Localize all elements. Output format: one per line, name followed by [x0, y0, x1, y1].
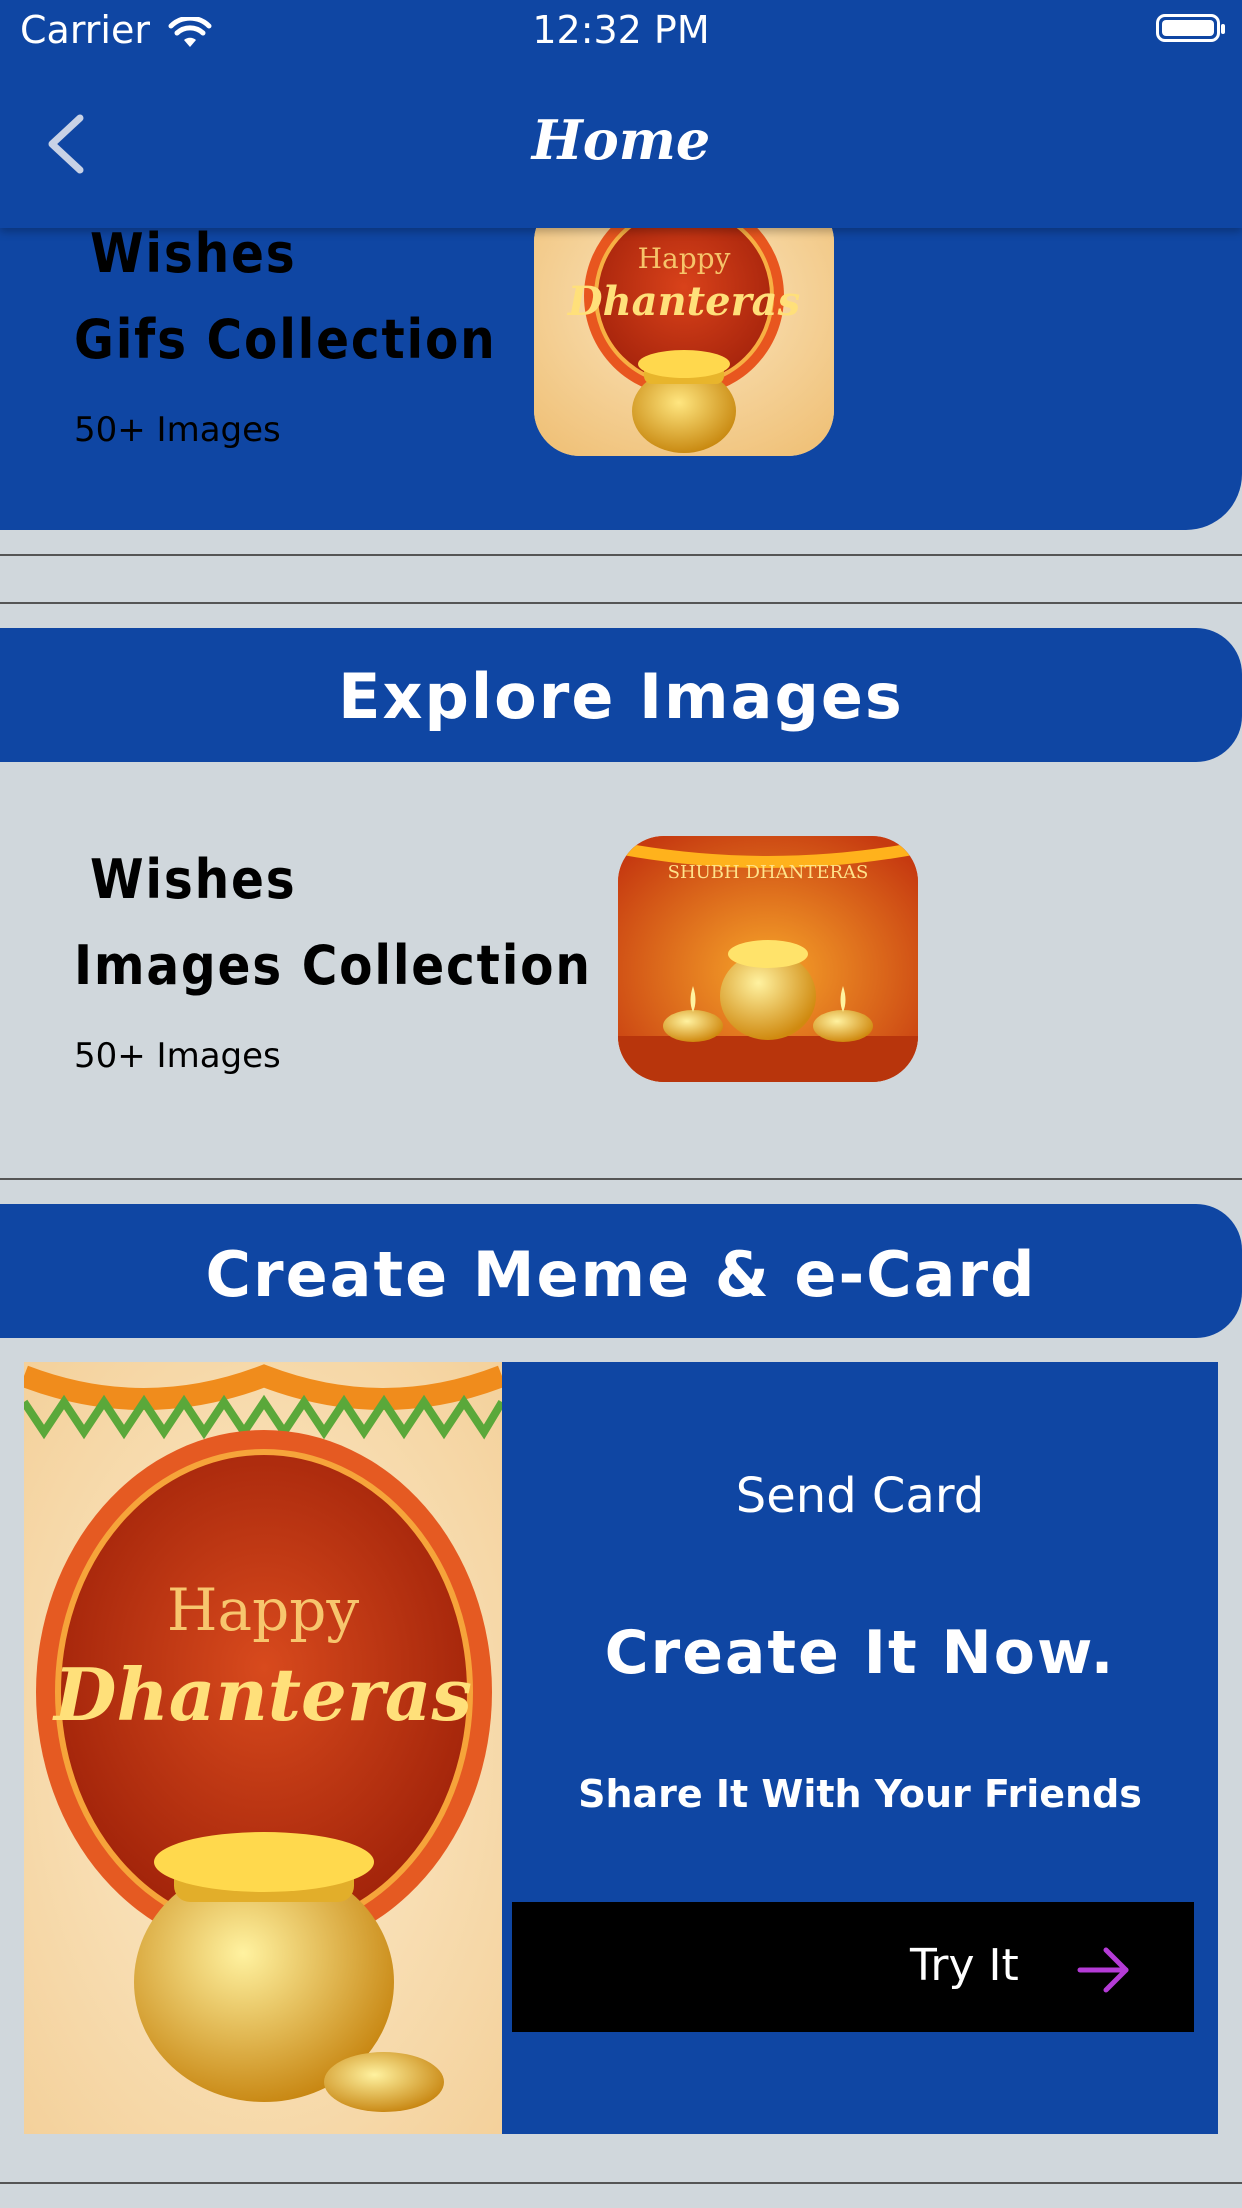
gifs-title-line1: Wishes	[90, 222, 297, 285]
navigation-bar: Carrier 12:32 PM Home	[0, 0, 1242, 228]
ecard-happy-text: Happy	[166, 1576, 360, 1644]
happy-dhanteras-card-art	[24, 1362, 502, 2134]
images-count: 50+ Images	[74, 1036, 281, 1076]
page-title: Home	[531, 108, 711, 172]
battery-icon	[1156, 14, 1225, 42]
create-now-label: Create It Now.	[604, 1618, 1116, 1688]
ecard-image[interactable]: Happy Dhanteras	[24, 1362, 502, 2134]
gifs-thumbnail[interactable]: Happy Dhanteras	[534, 196, 834, 456]
thumb-shubh-text: SHUBH DHANTERAS	[667, 862, 869, 883]
divider	[0, 2182, 1242, 2184]
images-title-line2: Images Collection	[74, 934, 592, 997]
images-thumbnail[interactable]: SHUBH DHANTERAS	[618, 836, 918, 1082]
share-label: Share It With Your Friends	[578, 1772, 1142, 1816]
images-title-line1: Wishes	[90, 848, 297, 911]
divider	[0, 602, 1242, 604]
create-meme-header: Create Meme & e-Card	[205, 1238, 1037, 1311]
gifs-count: 50+ Images	[74, 410, 281, 450]
arrow-right-icon	[1077, 1947, 1129, 1993]
thumb-happy-text: Happy	[637, 242, 731, 275]
try-it-label: Try It	[910, 1940, 1019, 1991]
divider	[0, 554, 1242, 556]
status-time: 12:32 PM	[532, 8, 710, 52]
send-card-label: Send Card	[735, 1468, 985, 1524]
dhanteras-thumbnail-art	[534, 196, 834, 456]
gifs-title-line2: Gifs Collection	[74, 308, 497, 371]
thumb-dhanteras-text: Dhanteras	[567, 278, 801, 325]
ecard-dhanteras-text: Dhanteras	[54, 1652, 472, 1737]
explore-images-header: Explore Images	[338, 660, 904, 733]
divider	[0, 1178, 1242, 1180]
